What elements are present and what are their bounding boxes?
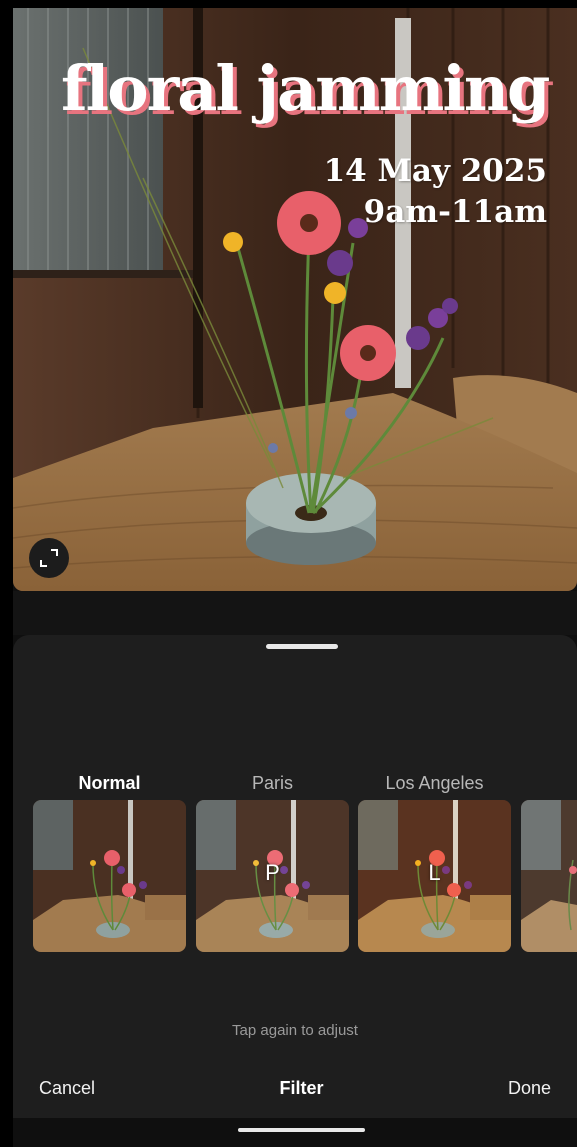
cancel-button[interactable]: Cancel [39, 1078, 95, 1099]
story-time-text[interactable]: 9am-11am [364, 194, 547, 230]
story-photo-preview[interactable]: floral jamming 14 May 2025 9am-11am [13, 8, 577, 591]
expand-button[interactable] [29, 538, 69, 578]
expand-icon [40, 549, 58, 567]
filter-thumb-los-angeles[interactable]: L [358, 800, 511, 952]
story-date-text[interactable]: 14 May 2025 [324, 153, 547, 189]
photo-divider [13, 591, 577, 635]
thumb-image [521, 800, 577, 952]
story-title-text[interactable]: floral jamming [61, 52, 550, 125]
filter-thumb-normal[interactable] [33, 800, 186, 952]
filter-label-paris[interactable]: Paris [196, 773, 349, 794]
left-frame [0, 0, 13, 1147]
done-button[interactable]: Done [508, 1078, 551, 1099]
filter-thumb-paris[interactable]: P [196, 800, 349, 952]
filter-label-los-angeles[interactable]: Los Angeles [358, 773, 511, 794]
system-nav-bar [13, 1118, 577, 1147]
filter-label-normal[interactable]: Normal [33, 773, 186, 794]
filter-thumb-letter: L [428, 860, 441, 885]
adjust-hint-text: Tap again to adjust [232, 1022, 358, 1039]
thumb-image [33, 800, 186, 952]
home-indicator[interactable] [238, 1128, 365, 1132]
top-frame [0, 0, 577, 8]
sheet-drag-handle[interactable] [266, 644, 338, 649]
filter-title: Filter [279, 1078, 324, 1098]
filter-sheet: Normal Paris Los Angeles P L Tap again t… [13, 635, 577, 1147]
filter-thumb-letter: P [265, 860, 280, 885]
filter-thumb-next[interactable] [521, 800, 577, 952]
